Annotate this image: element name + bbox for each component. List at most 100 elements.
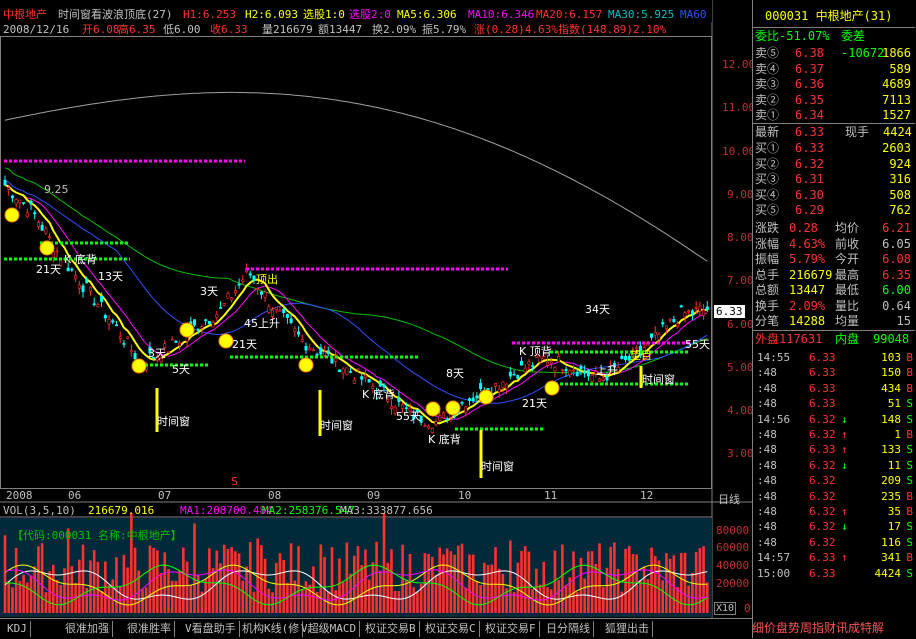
- volume-bar: [438, 547, 442, 613]
- period-label[interactable]: 日线: [718, 491, 740, 507]
- info-amplitude: 振5.79%: [422, 23, 467, 36]
- vol-title[interactable]: VOL(3,5,10): [3, 504, 76, 517]
- indicator-tab[interactable]: 机构K线(修: [239, 621, 304, 637]
- volume-bar: [460, 543, 464, 613]
- volume-bar: [252, 591, 256, 613]
- volume-bar: [479, 585, 482, 613]
- volume-bar: [208, 548, 211, 613]
- volume-bar: [367, 579, 371, 613]
- info-amount: 额13447: [318, 23, 363, 36]
- smiley-marker: [218, 333, 234, 349]
- volume-bar: [33, 566, 37, 613]
- tick-time: 14:57: [757, 551, 791, 565]
- candle-body: [304, 346, 308, 351]
- tick-volume: 209: [881, 474, 901, 488]
- indicator-tab[interactable]: 权证交易C: [422, 621, 480, 637]
- candle-body: [196, 328, 200, 331]
- level-price: 6.38: [795, 46, 824, 60]
- candle-body: [430, 427, 434, 433]
- indicator-tab[interactable]: 权证交易F: [482, 621, 540, 637]
- indicator-tab[interactable]: 权证交易B: [362, 621, 420, 637]
- candle-body: [560, 369, 564, 371]
- candle-body: [572, 369, 576, 372]
- tick-arrow: ↓: [841, 520, 848, 534]
- info-change: 涨(0.28)4.63%: [474, 23, 558, 36]
- volume-bar: [111, 579, 115, 613]
- volume-bar: [642, 566, 646, 613]
- volume-bar: [594, 563, 598, 613]
- volume-bar: [687, 585, 691, 613]
- volume-bar: [672, 555, 676, 613]
- volume-bar: [702, 546, 705, 613]
- volume-bar: [11, 587, 14, 613]
- candle-body: [330, 358, 334, 364]
- indicator-name[interactable]: 时间窗看波浪顶底(27): [58, 9, 173, 20]
- divergence-label: K 底背: [362, 387, 395, 401]
- kline-chart-canvas[interactable]: 9.25时间窗 时间窗时间窗时间窗21天21天21天34天55天55天K 底背K …: [0, 0, 752, 618]
- tick-price: 6.33: [809, 566, 836, 580]
- stat-value: 6.00: [882, 283, 911, 297]
- indicator-tab[interactable]: V看盘助手: [182, 621, 240, 637]
- candle-body: [661, 322, 665, 325]
- y-label: 12.00: [722, 58, 756, 71]
- candle-body: [423, 425, 427, 427]
- indicator-tab[interactable]: V超级MACD: [298, 621, 361, 637]
- tick-arrow: ↑: [841, 443, 848, 457]
- candle-body: [527, 361, 531, 365]
- indicator-tab[interactable]: 很准胜率: [124, 621, 175, 637]
- tick-price: 6.32: [809, 458, 836, 472]
- candle-body: [690, 310, 694, 314]
- tick-side: B: [906, 351, 913, 364]
- tick-price: 6.33: [809, 551, 836, 565]
- candle-body: [705, 306, 709, 311]
- indicator-tab[interactable]: 狐狸出击: [602, 621, 653, 637]
- volume-bar: [445, 548, 449, 613]
- level-label: 买②: [755, 156, 780, 171]
- x-label: 06: [68, 489, 82, 502]
- sell-level: 卖③ 6.36 4689: [753, 76, 915, 93]
- candle-body: [118, 336, 122, 339]
- smiley-marker: [298, 357, 314, 373]
- volume-bar: [431, 556, 434, 613]
- candle-body: [133, 353, 137, 360]
- news-marquee[interactable]: 细价盘势周指财讯成特解: [752, 618, 916, 638]
- volume-bar: [37, 546, 40, 613]
- volume-bar: [14, 547, 18, 613]
- tick-price: 6.33: [809, 351, 836, 364]
- stat-value: 6.35: [882, 267, 911, 282]
- candle-body: [282, 308, 286, 314]
- candle-body: [274, 307, 278, 311]
- smiley-marker: [131, 358, 147, 374]
- indicator-tab[interactable]: KDJ: [4, 621, 31, 637]
- date-axis: 2008 06 07 08 09 10 11 12: [0, 488, 712, 502]
- tick-row: 14:56 6.32 ↓ 148 S: [753, 412, 915, 427]
- candle-body: [575, 371, 579, 377]
- candle-body: [512, 373, 516, 376]
- candle-body: [352, 379, 356, 384]
- level-price: 6.35: [795, 92, 824, 107]
- indicator-tab[interactable]: 很准加强: [62, 621, 113, 637]
- stat-label: 最高: [835, 267, 860, 282]
- candle-body: [668, 319, 672, 321]
- volume-bar: [144, 587, 148, 613]
- volume-bar: [665, 553, 668, 613]
- info-turnover: 换2.09%: [372, 23, 417, 36]
- volume-bar: [92, 550, 96, 613]
- candle-body: [360, 376, 364, 380]
- volume-bar: [234, 551, 237, 613]
- tick-price: 6.33: [809, 381, 836, 395]
- volume-bar: [278, 553, 282, 613]
- candle-body: [66, 267, 70, 272]
- stat-label: 最低: [835, 283, 860, 297]
- indicator-tab[interactable]: 日分隔线: [543, 621, 594, 637]
- stat-value: 4.63%: [789, 236, 826, 251]
- vol-y-label: 80000: [716, 524, 750, 537]
- candle-body: [404, 407, 408, 409]
- sell-level: 卖② 6.35 7113: [753, 92, 915, 109]
- tick-volume: 341: [881, 551, 901, 565]
- candle-body: [297, 331, 301, 335]
- tick-row: :48 6.32 ↑ 1 B: [753, 427, 915, 442]
- level-volume: 762: [889, 203, 911, 217]
- trend-label: 顶出: [256, 272, 278, 286]
- candle-body: [341, 368, 345, 374]
